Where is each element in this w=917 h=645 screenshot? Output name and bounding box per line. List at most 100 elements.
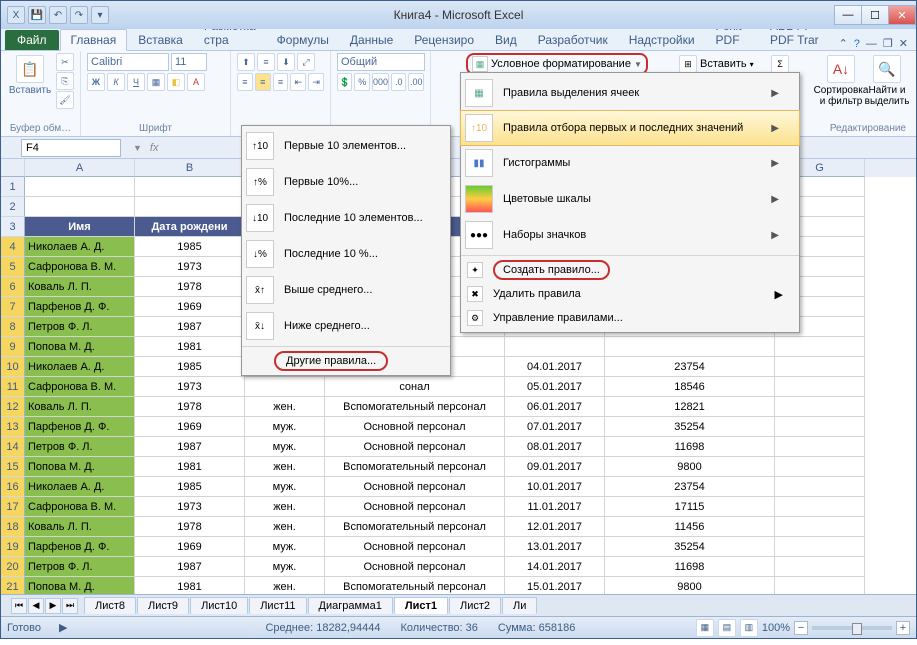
cell[interactable] bbox=[775, 557, 865, 577]
help-icon[interactable]: ? bbox=[854, 38, 860, 50]
cell[interactable]: 9800 bbox=[605, 457, 775, 477]
row-header[interactable]: 15 bbox=[1, 457, 25, 477]
autosum-icon[interactable]: Σ bbox=[771, 55, 789, 73]
copy-icon[interactable]: ⎘ bbox=[56, 72, 74, 90]
sheet-nav-last-icon[interactable]: ⏭ bbox=[62, 598, 78, 614]
cell[interactable]: 23754 bbox=[605, 477, 775, 497]
menu-above-average[interactable]: x̄↑Выше среднего... bbox=[242, 272, 450, 308]
sheet-tab[interactable]: Лист10 bbox=[190, 597, 248, 614]
zoom-out-button[interactable]: − bbox=[794, 621, 808, 635]
insert-cells-button[interactable]: ⊞ Вставить▾ bbox=[679, 55, 754, 73]
cell[interactable] bbox=[775, 397, 865, 417]
cell[interactable]: Имя bbox=[25, 217, 135, 237]
cell[interactable]: 35254 bbox=[605, 417, 775, 437]
cell[interactable] bbox=[775, 537, 865, 557]
cell[interactable]: жен. bbox=[245, 577, 325, 594]
sheet-tab[interactable]: Диаграмма1 bbox=[308, 597, 393, 614]
cell[interactable]: Основной персонал bbox=[325, 477, 505, 497]
align-mid-icon[interactable]: ≡ bbox=[257, 53, 275, 71]
row-header[interactable]: 17 bbox=[1, 497, 25, 517]
cell[interactable] bbox=[25, 197, 135, 217]
menu-highlight-rules[interactable]: ▦Правила выделения ячеек▶ bbox=[461, 75, 799, 111]
cell[interactable]: Вспомогательный персонал bbox=[325, 517, 505, 537]
align-top-icon[interactable]: ⬆ bbox=[237, 53, 255, 71]
undo-icon[interactable]: ↶ bbox=[49, 6, 67, 24]
cell[interactable] bbox=[775, 377, 865, 397]
cell[interactable]: 08.01.2017 bbox=[505, 437, 605, 457]
cell[interactable]: 05.01.2017 bbox=[505, 377, 605, 397]
view-pagebreak-icon[interactable]: ▥ bbox=[740, 619, 758, 637]
find-select-button[interactable]: 🔍 Найти и выделить bbox=[864, 53, 910, 109]
inc-dec-icon[interactable]: .0 bbox=[391, 73, 406, 91]
cell[interactable]: муж. bbox=[245, 477, 325, 497]
cell[interactable]: 13.01.2017 bbox=[505, 537, 605, 557]
align-center-icon[interactable]: ≡ bbox=[255, 73, 271, 91]
cell[interactable] bbox=[775, 437, 865, 457]
row-header[interactable]: 12 bbox=[1, 397, 25, 417]
cell[interactable]: жен. bbox=[245, 397, 325, 417]
menu-manage-rules[interactable]: ⚙Управление правилами... bbox=[461, 306, 799, 330]
cell[interactable]: 10.01.2017 bbox=[505, 477, 605, 497]
col-header-a[interactable]: A bbox=[25, 159, 135, 177]
cell[interactable]: Николаев А. Д. bbox=[25, 357, 135, 377]
cell[interactable]: 17115 bbox=[605, 497, 775, 517]
font-name-combo[interactable]: Calibri bbox=[87, 53, 169, 71]
italic-button[interactable]: К bbox=[107, 73, 125, 91]
comma-icon[interactable]: 000 bbox=[372, 73, 389, 91]
sheet-nav-prev-icon[interactable]: ◀ bbox=[28, 598, 44, 614]
row-header[interactable]: 9 bbox=[1, 337, 25, 357]
row-header[interactable]: 19 bbox=[1, 537, 25, 557]
cell[interactable] bbox=[135, 177, 245, 197]
zoom-in-button[interactable]: + bbox=[896, 621, 910, 635]
cell[interactable]: сонал bbox=[325, 377, 505, 397]
row-header[interactable]: 3 bbox=[1, 217, 25, 237]
tab-home[interactable]: Главная bbox=[60, 29, 128, 51]
cell[interactable]: муж. bbox=[245, 557, 325, 577]
cell[interactable]: Вспомогательный персонал bbox=[325, 457, 505, 477]
zoom-level[interactable]: 100% bbox=[762, 622, 790, 634]
sheet-tab[interactable]: Лист11 bbox=[249, 597, 306, 614]
align-right-icon[interactable]: ≡ bbox=[273, 73, 289, 91]
sheet-nav-next-icon[interactable]: ▶ bbox=[45, 598, 61, 614]
excel-icon[interactable]: X bbox=[7, 6, 25, 24]
tab-file[interactable]: Файл bbox=[5, 30, 59, 50]
cell[interactable]: 1969 bbox=[135, 537, 245, 557]
cell[interactable]: муж. bbox=[245, 537, 325, 557]
redo-icon[interactable]: ↷ bbox=[70, 6, 88, 24]
view-layout-icon[interactable]: ▤ bbox=[718, 619, 736, 637]
cell[interactable]: 11698 bbox=[605, 557, 775, 577]
minimize-button[interactable]: — bbox=[834, 5, 862, 25]
cell[interactable]: жен. bbox=[245, 497, 325, 517]
menu-top10-percent[interactable]: ↑%Первые 10%... bbox=[242, 164, 450, 200]
menu-bottom10-items[interactable]: ↓10Последние 10 элементов... bbox=[242, 200, 450, 236]
zoom-slider[interactable] bbox=[812, 626, 892, 630]
menu-top-bottom-rules[interactable]: ↑10Правила отбора первых и последних зна… bbox=[460, 110, 800, 146]
cell[interactable]: 11.01.2017 bbox=[505, 497, 605, 517]
cell[interactable] bbox=[25, 177, 135, 197]
cell[interactable]: Коваль Л. П. bbox=[25, 517, 135, 537]
cell[interactable]: Николаев А. Д. bbox=[25, 237, 135, 257]
cell[interactable] bbox=[775, 337, 865, 357]
tab-insert[interactable]: Вставка bbox=[128, 30, 193, 50]
cell[interactable]: 12.01.2017 bbox=[505, 517, 605, 537]
menu-other-rules[interactable]: Другие правила... bbox=[242, 349, 450, 373]
save-icon[interactable]: 💾 bbox=[28, 6, 46, 24]
cell[interactable]: 1981 bbox=[135, 337, 245, 357]
cell[interactable]: 1978 bbox=[135, 517, 245, 537]
cell[interactable]: Парфенов Д. Ф. bbox=[25, 537, 135, 557]
close-button[interactable]: ✕ bbox=[888, 5, 916, 25]
cell[interactable]: 1969 bbox=[135, 417, 245, 437]
select-all-corner[interactable] bbox=[1, 159, 25, 177]
bold-button[interactable]: Ж bbox=[87, 73, 105, 91]
cell[interactable]: 15.01.2017 bbox=[505, 577, 605, 594]
cell[interactable] bbox=[775, 577, 865, 594]
cell[interactable]: Вспомогательный персонал bbox=[325, 397, 505, 417]
sheet-tab[interactable]: Лист9 bbox=[137, 597, 189, 614]
border-button[interactable]: ▦ bbox=[147, 73, 165, 91]
cell[interactable]: 18546 bbox=[605, 377, 775, 397]
cell[interactable]: муж. bbox=[245, 417, 325, 437]
row-header[interactable]: 11 bbox=[1, 377, 25, 397]
cell[interactable]: 1981 bbox=[135, 577, 245, 594]
view-normal-icon[interactable]: ▦ bbox=[696, 619, 714, 637]
row-header[interactable]: 14 bbox=[1, 437, 25, 457]
